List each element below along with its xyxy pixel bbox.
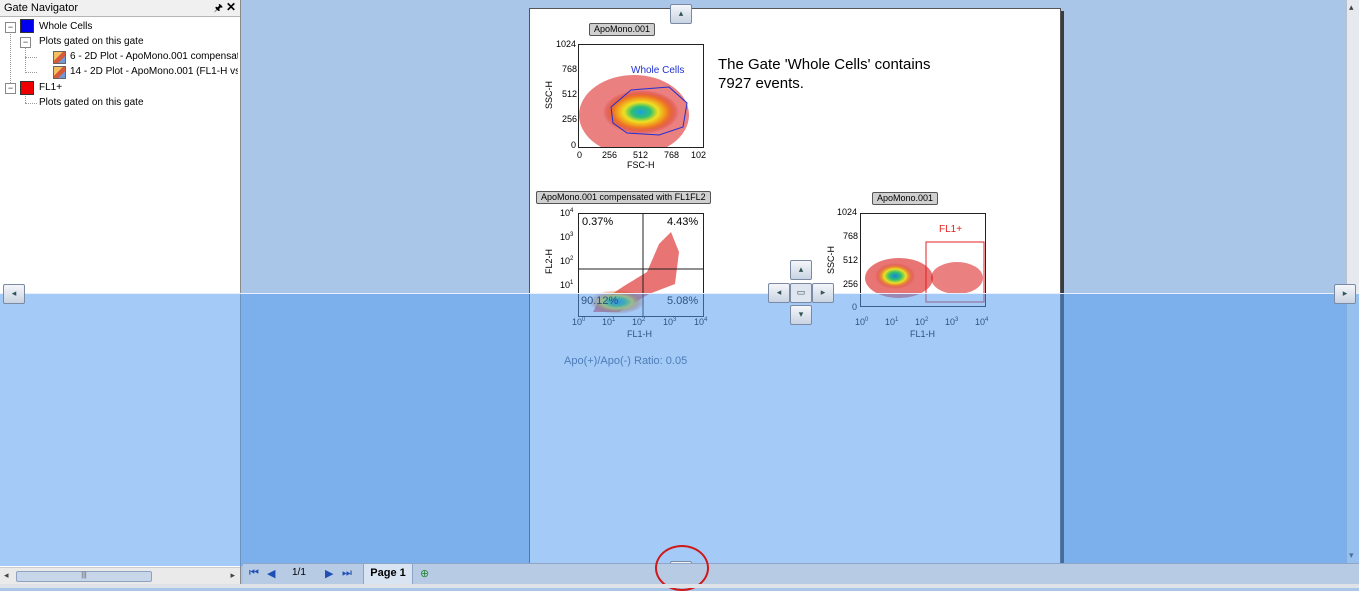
dock-left-button[interactable]: ◂	[3, 284, 25, 304]
collapse-toggle[interactable]: −	[20, 37, 31, 48]
tree-line	[25, 103, 37, 104]
first-page-icon[interactable]: ⏮	[249, 567, 259, 580]
layout-document-area[interactable]: ApoMono.001 Whole Cells 1024 768 512 256…	[243, 0, 1346, 570]
scroll-down-icon[interactable]: ▾	[1349, 550, 1354, 561]
plot2-ytick: 103	[560, 232, 574, 242]
plot2-ytick: 104	[560, 208, 574, 218]
navigator-title: Gate Navigator	[4, 2, 78, 14]
plot3-area[interactable]: FL1+	[860, 213, 986, 307]
plot1-xlabel: FSC-H	[627, 160, 655, 170]
plot2-area[interactable]: 0.37% 4.43% 90.12% 5.08%	[578, 213, 704, 317]
plot3-xtick: 104	[975, 317, 989, 327]
plot1-scatter	[579, 75, 689, 147]
navigator-header: Gate Navigator 🖈 ✕	[0, 0, 240, 17]
plot2-xtick: 103	[663, 317, 677, 327]
plot1-gate-label: Whole Cells	[631, 65, 685, 76]
dock-center-right-button[interactable]: ▸	[812, 283, 834, 303]
plot3-ytick: 256	[843, 279, 859, 289]
plot2-quadrant-ul: 0.37%	[582, 216, 614, 228]
plot1-ylabel: SSC-H	[544, 80, 554, 109]
close-icon[interactable]: ✕	[226, 0, 236, 14]
plot3-ylabel: SSC-H	[826, 245, 836, 274]
plot2-xtick: 104	[694, 317, 708, 327]
plot3-xtick: 103	[945, 317, 959, 327]
tree-item-plots-gated[interactable]: Plots gated on this gate	[39, 97, 144, 109]
plot1-xtick: 102	[691, 150, 707, 160]
plot2-quadrant-ur: 4.43%	[667, 216, 699, 228]
plot-icon	[53, 51, 66, 64]
plot1-ytick: 768	[562, 64, 578, 74]
next-page-icon[interactable]: ▶	[325, 567, 333, 580]
plot3-title[interactable]: ApoMono.001	[872, 192, 939, 205]
plot2-xtick: 101	[602, 317, 616, 327]
tree-line	[10, 31, 11, 87]
plot1-xtick: 0	[577, 150, 583, 160]
gate-color-swatch	[20, 81, 34, 95]
plot1-area[interactable]: Whole Cells	[578, 44, 704, 148]
plot3-xtick: 100	[855, 317, 869, 327]
gate-color-swatch	[20, 19, 34, 33]
plot3-xtick: 102	[915, 317, 929, 327]
page-navigation-bar: ⏮ ◀ 1/1 ▶ ⏭ Page 1 ⊕	[243, 563, 1359, 585]
plot1-ytick: 0	[571, 140, 577, 150]
status-bar	[0, 584, 1359, 588]
plot3-ytick: 768	[843, 231, 859, 241]
plot3-xtick: 101	[885, 317, 899, 327]
tree-line	[25, 47, 26, 73]
plot2-ylabel: FL2-H	[544, 248, 554, 274]
tree-line	[25, 57, 37, 58]
plot1-title[interactable]: ApoMono.001	[589, 23, 656, 36]
tree-item-plot-14[interactable]: 14 - 2D Plot - ApoMono.001 (FL1-H vs. SS…	[70, 66, 238, 78]
tab-page-1[interactable]: Page 1	[363, 564, 413, 585]
plot3-xlabel: FL1-H	[910, 329, 936, 339]
pin-icon[interactable]: 🖈	[214, 1, 223, 18]
dock-center-tab-button[interactable]: ▭	[790, 283, 812, 303]
plot1-ytick: 1024	[556, 39, 577, 49]
dock-center-top-button[interactable]: ▴	[790, 260, 812, 280]
plot2-quadrant-lr: 5.08%	[667, 295, 699, 307]
ratio-text[interactable]: Apo(+)/Apo(-) Ratio: 0.05	[564, 355, 687, 367]
plot1-xtick: 256	[602, 150, 618, 160]
plot1-xtick: 512	[633, 150, 649, 160]
plot2-xtick: 100	[572, 317, 586, 327]
plot2-xtick: 102	[632, 317, 646, 327]
last-page-icon[interactable]: ⏭	[342, 567, 352, 580]
plot1-xtick: 768	[664, 150, 680, 160]
collapse-toggle[interactable]: −	[5, 83, 16, 94]
dock-center-left-button[interactable]: ◂	[768, 283, 790, 303]
gate-events-text[interactable]: The Gate 'Whole Cells' contains 7927 eve…	[718, 55, 968, 93]
tree-item-plot-6[interactable]: 6 - 2D Plot - ApoMono.001 compensated w	[70, 51, 238, 63]
plot-icon	[53, 66, 66, 79]
page-counter: 1/1	[292, 567, 306, 578]
plot1-ytick: 256	[562, 114, 578, 124]
plot1-ytick: 512	[562, 89, 578, 99]
plot2-quadrant-ll: 90.12%	[581, 295, 619, 307]
tree-item-fl1-plus[interactable]: FL1+	[39, 82, 62, 94]
scroll-thumb[interactable]: |||	[16, 571, 152, 582]
dock-top-button[interactable]: ▴	[670, 4, 692, 24]
plot2-ytick: 101	[560, 280, 574, 290]
previous-page-icon[interactable]: ◀	[267, 567, 275, 580]
tree-line	[25, 72, 37, 73]
plot3-scatter	[865, 241, 985, 303]
plot3-gate-label: FL1+	[939, 224, 963, 235]
add-page-icon[interactable]: ⊕	[420, 567, 429, 580]
plot2-title[interactable]: ApoMono.001 compensated with FL1FL2	[536, 191, 711, 204]
scroll-left-icon[interactable]: ◂	[4, 570, 9, 581]
plot3-ytick: 512	[843, 255, 859, 265]
dock-right-button[interactable]: ▸	[1334, 284, 1356, 304]
gate-navigator-panel: Gate Navigator 🖈 ✕ − Whole Cells − Plots…	[0, 0, 241, 584]
scroll-right-icon[interactable]: ▸	[230, 570, 235, 581]
navigator-horizontal-scrollbar[interactable]: ◂ ||| ▸	[0, 567, 240, 584]
collapse-toggle[interactable]: −	[5, 22, 16, 33]
document-vertical-scrollbar[interactable]: ▴ ▾	[1346, 0, 1359, 563]
dock-center-bottom-button[interactable]: ▾	[790, 305, 812, 325]
scroll-up-icon[interactable]: ▴	[1349, 2, 1354, 13]
tree-item-plots-gated[interactable]: Plots gated on this gate	[39, 36, 144, 48]
plot2-ytick: 102	[560, 256, 574, 266]
tree-item-whole-cells[interactable]: Whole Cells	[39, 21, 92, 33]
plot3-ytick: 1024	[837, 207, 858, 217]
plot2-xlabel: FL1-H	[627, 329, 653, 339]
plot3-ytick: 0	[852, 302, 858, 312]
